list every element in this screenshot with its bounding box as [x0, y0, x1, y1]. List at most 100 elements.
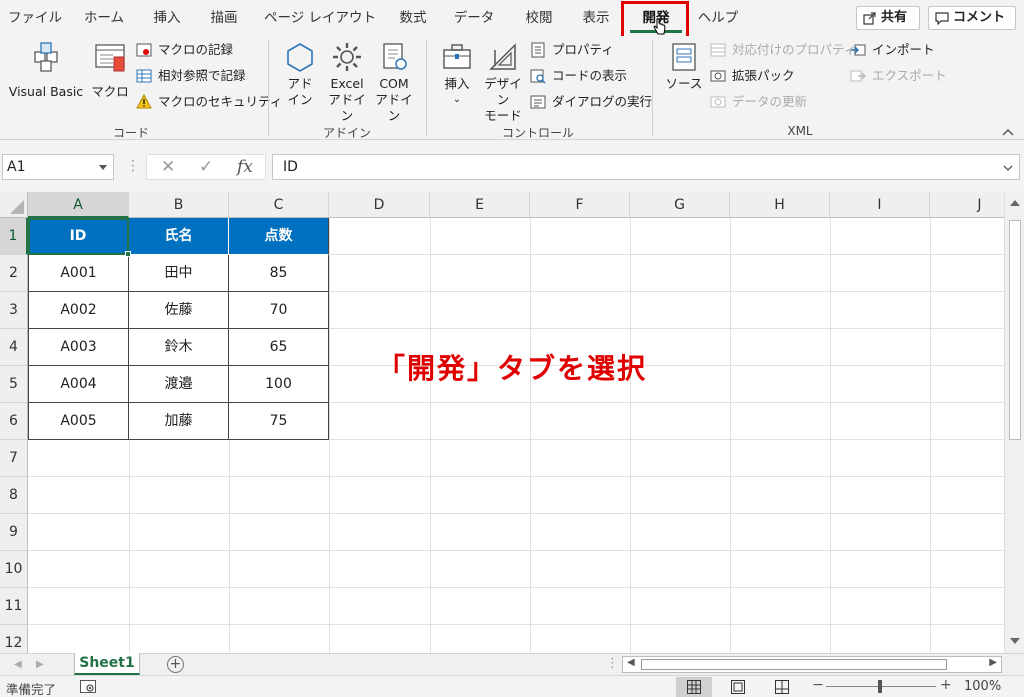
- table-cell[interactable]: A004: [28, 366, 129, 403]
- column-header-a[interactable]: A: [28, 192, 129, 218]
- vertical-scroll-thumb[interactable]: [1009, 220, 1021, 440]
- zoom-level[interactable]: 100%: [964, 679, 1001, 694]
- table-cell[interactable]: A005: [28, 403, 129, 440]
- macro-button[interactable]: マクロ: [90, 40, 130, 100]
- table-cell[interactable]: A002: [28, 292, 129, 329]
- column-header-g[interactable]: G: [630, 192, 730, 218]
- comment-button[interactable]: コメント: [928, 6, 1016, 30]
- column-header-f[interactable]: F: [530, 192, 630, 218]
- table-cell[interactable]: 渡邉: [129, 366, 229, 403]
- tab-data[interactable]: データ: [452, 0, 496, 36]
- record-macro-button[interactable]: マクロの記録: [136, 40, 233, 60]
- row-header-11[interactable]: 11: [0, 588, 28, 625]
- tab-help[interactable]: ヘルプ: [694, 0, 742, 36]
- insert-control-button[interactable]: 挿入 ⌄: [436, 40, 478, 108]
- table-cell[interactable]: A001: [28, 255, 129, 292]
- table-cell[interactable]: 65: [229, 329, 329, 366]
- cancel-icon[interactable]: ✕: [161, 157, 175, 177]
- macro-security-button[interactable]: マクロのセキュリティ: [136, 92, 282, 112]
- relative-reference-button[interactable]: 相対参照で記録: [136, 66, 246, 86]
- column-header-e[interactable]: E: [430, 192, 530, 218]
- row-header-7[interactable]: 7: [0, 440, 28, 477]
- row-header-6[interactable]: 6: [0, 403, 28, 440]
- zoom-in-button[interactable]: +: [940, 677, 952, 693]
- row-header-9[interactable]: 9: [0, 514, 28, 551]
- column-header-h[interactable]: H: [730, 192, 830, 218]
- name-box[interactable]: A1: [2, 154, 114, 180]
- zoom-slider-thumb[interactable]: [878, 680, 882, 693]
- table-cell[interactable]: 鈴木: [129, 329, 229, 366]
- scroll-down-icon[interactable]: [1010, 638, 1020, 644]
- column-header-i[interactable]: I: [830, 192, 930, 218]
- fill-handle[interactable]: [125, 251, 131, 257]
- column-header-d[interactable]: D: [329, 192, 430, 218]
- scroll-up-icon[interactable]: [1010, 200, 1020, 206]
- horizontal-scrollbar[interactable]: ◀ ▶: [622, 656, 1002, 673]
- refresh-data-button[interactable]: データの更新: [710, 92, 807, 112]
- excel-addin-button[interactable]: Excel アドイン: [326, 40, 368, 124]
- run-dialog-button[interactable]: ダイアログの実行: [530, 92, 652, 112]
- column-header-c[interactable]: C: [229, 192, 329, 218]
- tab-review[interactable]: 校閲: [518, 0, 560, 36]
- table-header-cell[interactable]: 氏名: [129, 218, 229, 255]
- horizontal-scroll-thumb[interactable]: [641, 659, 947, 670]
- table-cell[interactable]: 100: [229, 366, 329, 403]
- tab-page-layout[interactable]: ページ レイアウト: [264, 0, 376, 36]
- table-cell[interactable]: 85: [229, 255, 329, 292]
- row-header-5[interactable]: 5: [0, 366, 28, 403]
- table-cell[interactable]: A003: [28, 329, 129, 366]
- row-header-3[interactable]: 3: [0, 292, 28, 329]
- row-header-1[interactable]: 1: [0, 218, 28, 255]
- row-header-12[interactable]: 12: [0, 625, 28, 653]
- addin-button[interactable]: アド イン: [280, 40, 320, 108]
- export-button[interactable]: エクスポート: [850, 66, 947, 86]
- insert-function-icon[interactable]: fx: [237, 157, 253, 177]
- view-code-button[interactable]: コードの表示: [530, 66, 627, 86]
- page-layout-view-button[interactable]: [720, 677, 756, 697]
- share-button[interactable]: 共有: [856, 6, 920, 30]
- row-header-2[interactable]: 2: [0, 255, 28, 292]
- tab-home[interactable]: ホーム: [76, 0, 132, 36]
- expansion-packs-button[interactable]: 拡張パック: [710, 66, 795, 86]
- tab-view[interactable]: 表示: [574, 0, 618, 36]
- worksheet-grid[interactable]: A B C D E F G H I J 1 2 3 4 5 6 7 8 9 10…: [0, 192, 1004, 653]
- import-button[interactable]: インポート: [850, 40, 935, 60]
- enter-icon[interactable]: ✓: [199, 157, 213, 177]
- chevron-down-icon[interactable]: [99, 165, 107, 170]
- design-mode-button[interactable]: デザイン モード: [480, 40, 526, 124]
- formula-input[interactable]: ID: [272, 154, 1020, 180]
- table-header-cell[interactable]: 点数: [229, 218, 329, 255]
- row-header-10[interactable]: 10: [0, 551, 28, 588]
- add-sheet-icon[interactable]: +: [167, 656, 184, 673]
- macro-record-status-icon[interactable]: [80, 680, 96, 693]
- tab-insert[interactable]: 挿入: [146, 0, 188, 36]
- column-header-j[interactable]: J: [930, 192, 1004, 218]
- select-all-button[interactable]: [0, 192, 28, 218]
- table-cell[interactable]: 佐藤: [129, 292, 229, 329]
- visual-basic-button[interactable]: Visual Basic: [6, 40, 86, 100]
- tab-formulas[interactable]: 数式: [392, 0, 434, 36]
- map-properties-button[interactable]: 対応付けのプロパティ: [710, 40, 856, 60]
- sheet-tab-sheet1[interactable]: Sheet1: [74, 653, 140, 675]
- table-cell[interactable]: 田中: [129, 255, 229, 292]
- properties-button[interactable]: プロパティ: [530, 40, 614, 60]
- ribbon-collapse-icon[interactable]: [1002, 128, 1014, 136]
- sheet-prev-icon[interactable]: ◀: [14, 659, 22, 670]
- table-cell[interactable]: 70: [229, 292, 329, 329]
- zoom-out-button[interactable]: −: [812, 677, 824, 693]
- table-cell[interactable]: 加藤: [129, 403, 229, 440]
- row-header-8[interactable]: 8: [0, 477, 28, 514]
- scroll-left-icon[interactable]: ◀: [627, 657, 635, 668]
- com-addin-button[interactable]: COM アドイン: [372, 40, 416, 124]
- scroll-right-icon[interactable]: ▶: [989, 657, 997, 668]
- normal-view-button[interactable]: [676, 677, 712, 697]
- vertical-scrollbar[interactable]: [1004, 192, 1024, 653]
- sheet-next-icon[interactable]: ▶: [36, 659, 44, 670]
- tab-draw[interactable]: 描画: [202, 0, 246, 36]
- column-header-b[interactable]: B: [129, 192, 229, 218]
- chevron-down-icon[interactable]: [1003, 165, 1013, 171]
- row-header-4[interactable]: 4: [0, 329, 28, 366]
- page-break-view-button[interactable]: [764, 677, 800, 697]
- scroll-split-grip[interactable]: ⋮: [606, 656, 619, 671]
- tab-file[interactable]: ファイル: [6, 0, 64, 36]
